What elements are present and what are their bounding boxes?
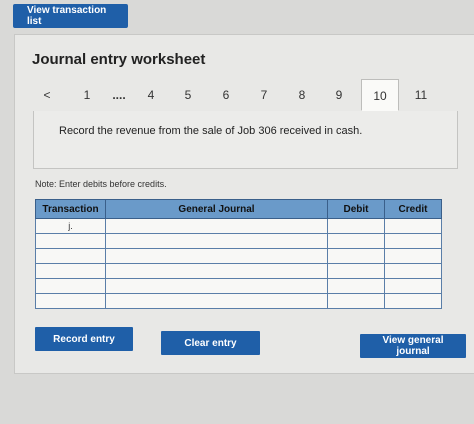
transaction-cell <box>35 248 106 264</box>
tab-10[interactable]: 10 <box>361 79 399 111</box>
tab-ellipsis[interactable]: .... <box>105 79 133 111</box>
tab-8[interactable]: 8 <box>288 79 316 111</box>
tab-4[interactable]: 4 <box>137 79 165 111</box>
debit-input[interactable] <box>328 294 384 308</box>
header-general-journal: General Journal <box>105 199 328 219</box>
table-row <box>35 248 442 264</box>
record-entry-button[interactable]: Record entry <box>35 327 133 351</box>
header-transaction: Transaction <box>35 199 106 219</box>
debit-input[interactable] <box>328 264 384 278</box>
credit-input[interactable] <box>385 249 441 263</box>
transaction-cell <box>35 233 106 249</box>
view-general-journal-button[interactable]: View general journal <box>360 334 466 358</box>
transaction-cell <box>35 278 106 294</box>
credit-input[interactable] <box>385 219 441 233</box>
entry-tabs: < 1 .... 4 5 6 7 8 9 10 11 <box>33 79 453 112</box>
view-transaction-list-button[interactable]: View transaction list <box>13 4 128 28</box>
prev-arrow-icon[interactable]: < <box>33 79 61 111</box>
account-input[interactable] <box>106 234 327 248</box>
credit-input[interactable] <box>385 294 441 308</box>
tab-9[interactable]: 9 <box>325 79 353 111</box>
table-row <box>35 233 442 249</box>
debit-input[interactable] <box>328 249 384 263</box>
journal-entry-table: Transaction General Journal Debit Credit… <box>35 199 442 309</box>
table-row <box>35 278 442 294</box>
debit-input[interactable] <box>328 219 384 233</box>
table-row: j. <box>35 218 442 234</box>
table-row <box>35 263 442 279</box>
account-input[interactable] <box>106 264 327 278</box>
header-credit: Credit <box>384 199 442 219</box>
debit-input[interactable] <box>328 234 384 248</box>
header-debit: Debit <box>327 199 385 219</box>
credit-input[interactable] <box>385 234 441 248</box>
account-input[interactable] <box>106 279 327 293</box>
tab-7[interactable]: 7 <box>250 79 278 111</box>
clear-entry-button[interactable]: Clear entry <box>161 331 260 355</box>
account-input[interactable] <box>106 219 327 233</box>
credit-input[interactable] <box>385 264 441 278</box>
transaction-cell: j. <box>35 218 106 234</box>
entry-prompt: Record the revenue from the sale of Job … <box>59 125 363 137</box>
tab-6[interactable]: 6 <box>212 79 240 111</box>
transaction-cell <box>35 263 106 279</box>
debit-credit-note: Note: Enter debits before credits. <box>35 179 167 189</box>
credit-input[interactable] <box>385 279 441 293</box>
journal-entry-worksheet-panel: Journal entry worksheet < 1 .... 4 5 6 7… <box>14 34 474 374</box>
tab-5[interactable]: 5 <box>174 79 202 111</box>
transaction-cell <box>35 293 106 309</box>
debit-input[interactable] <box>328 279 384 293</box>
worksheet-title: Journal entry worksheet <box>32 51 206 68</box>
table-row <box>35 293 442 309</box>
account-input[interactable] <box>106 294 327 308</box>
account-input[interactable] <box>106 249 327 263</box>
tab-11[interactable]: 11 <box>407 79 435 111</box>
tab-1[interactable]: 1 <box>73 79 101 111</box>
prompt-box: Record the revenue from the sale of Job … <box>33 111 458 169</box>
